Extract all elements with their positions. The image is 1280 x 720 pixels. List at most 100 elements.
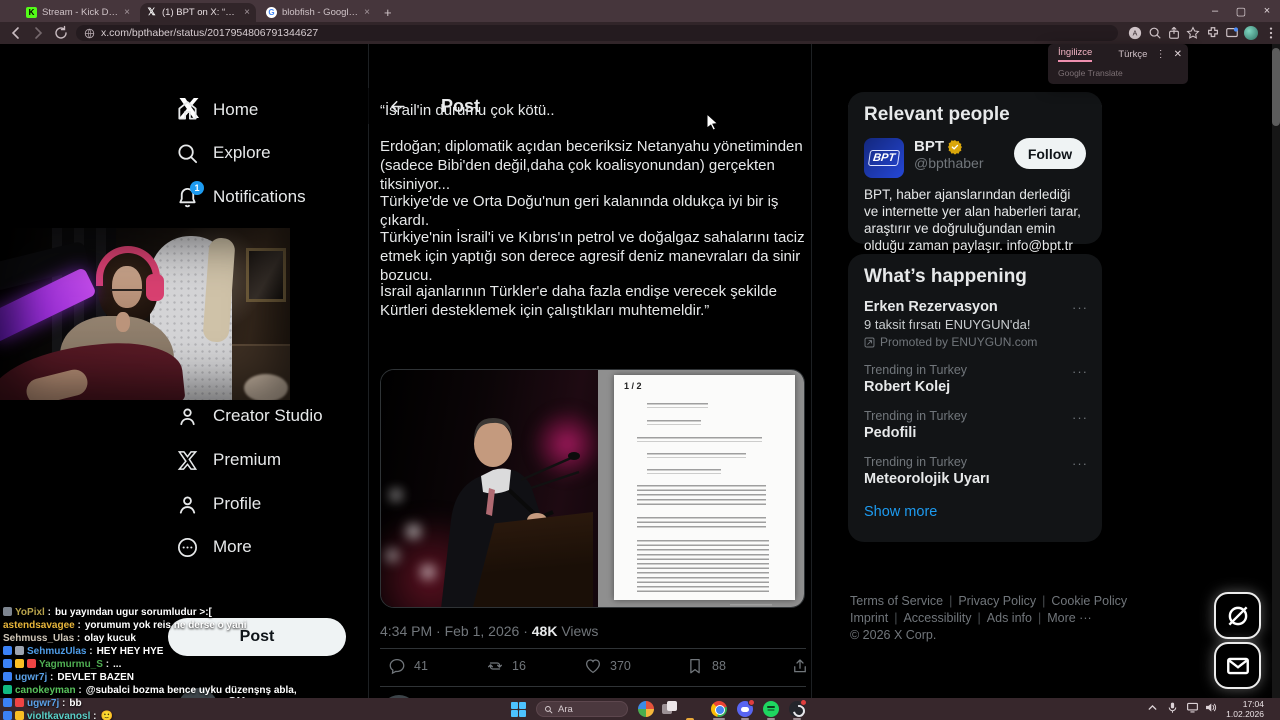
back-icon[interactable] bbox=[8, 25, 24, 41]
window-maximize-button[interactable]: ▢ bbox=[1228, 0, 1254, 22]
footer-link[interactable]: Privacy Policy bbox=[943, 594, 1036, 608]
new-tab-button[interactable]: + bbox=[384, 5, 392, 20]
trend-context: Trending in Turkey bbox=[864, 455, 1086, 469]
translate-tab-turkish[interactable]: Türkçe bbox=[1118, 49, 1147, 60]
chat-username[interactable]: canokeyman bbox=[15, 685, 82, 696]
grok-icon bbox=[1225, 603, 1251, 629]
grok-fab-button[interactable] bbox=[1214, 592, 1261, 639]
footer-link[interactable]: More ··· bbox=[1032, 611, 1092, 625]
relevant-person-row[interactable]: BPT BPT @bpthaber Follow bbox=[848, 130, 1102, 178]
tray-mic-icon[interactable] bbox=[1166, 701, 1179, 719]
translate-options-icon[interactable]: ⋮ bbox=[1156, 49, 1166, 60]
chat-message: Sehmuss_Ulasolay kucuk bbox=[3, 632, 297, 645]
forward-icon[interactable] bbox=[30, 25, 46, 41]
reply-action[interactable]: 41 bbox=[388, 657, 428, 675]
taskbar-search[interactable]: Ara bbox=[536, 701, 628, 717]
window-close-button[interactable]: × bbox=[1254, 0, 1280, 22]
card-title: What’s happening bbox=[848, 254, 1102, 292]
translate-close-icon[interactable]: ✕ bbox=[1174, 49, 1182, 60]
scrollbar-thumb[interactable] bbox=[1272, 48, 1280, 126]
bpt-avatar: BPT bbox=[864, 138, 904, 178]
footer-link[interactable]: Accessibility bbox=[888, 611, 971, 625]
sidebar-item-profile[interactable]: Profile bbox=[176, 490, 261, 518]
repost-icon bbox=[486, 657, 504, 675]
chat-username[interactable]: ugwr7j bbox=[27, 698, 65, 709]
spotify-taskbar-icon[interactable] bbox=[763, 701, 779, 717]
share-icon[interactable] bbox=[1167, 26, 1181, 40]
reload-icon[interactable] bbox=[53, 25, 69, 41]
trend-more-icon[interactable]: ··· bbox=[1072, 410, 1088, 425]
browser-menu-icon[interactable] bbox=[1264, 26, 1278, 40]
sidebar-item-explore[interactable]: Explore bbox=[176, 139, 271, 167]
chat-username[interactable]: Yagmurmu_S bbox=[39, 659, 109, 670]
tab-kick-dashboard[interactable]: K Stream - Kick Dashboard × bbox=[20, 3, 136, 22]
trend-item[interactable]: Trending in Turkey Meteorolojik Uyarı ··… bbox=[848, 448, 1102, 494]
sidebar-item-notifications[interactable]: 1 Notifications bbox=[176, 183, 306, 211]
chat-badges bbox=[3, 698, 27, 710]
chat-username[interactable]: SehmuzUlas bbox=[27, 646, 93, 657]
chrome-taskbar-icon[interactable] bbox=[711, 701, 727, 717]
follow-button[interactable]: Follow bbox=[1014, 138, 1086, 169]
bookmark-action[interactable]: 88 bbox=[686, 657, 726, 675]
url-bar[interactable]: x.com/bpthaber/status/201795480679134462… bbox=[76, 25, 1118, 41]
sidebar-item-more[interactable]: More bbox=[176, 533, 252, 561]
site-info-icon[interactable] bbox=[84, 28, 95, 39]
obs-taskbar-icon[interactable] bbox=[789, 701, 805, 717]
google-translate-popup: İngilizce Türkçe ⋮ ✕ Google Translate bbox=[1048, 44, 1188, 84]
extensions-icon[interactable] bbox=[1206, 26, 1220, 40]
window-minimize-button[interactable]: – bbox=[1202, 0, 1228, 22]
chat-username[interactable]: ugwr7j bbox=[15, 672, 53, 683]
tray-chevron-icon[interactable] bbox=[1146, 701, 1159, 719]
chat-username[interactable]: YoPixl bbox=[15, 607, 51, 618]
footer-link[interactable]: Ads info bbox=[972, 611, 1032, 625]
tray-display-icon[interactable] bbox=[1186, 701, 1199, 719]
nav-label: Profile bbox=[213, 494, 261, 514]
taskbar-search-icon bbox=[544, 705, 553, 714]
trend-more-icon[interactable]: ··· bbox=[1072, 300, 1088, 315]
messages-fab-button[interactable] bbox=[1214, 642, 1261, 689]
browser-profile-avatar[interactable] bbox=[1244, 26, 1258, 40]
discord-taskbar-icon[interactable] bbox=[737, 701, 753, 717]
chat-text: bu yayından ugur sorumludur >:[ bbox=[55, 607, 212, 618]
profile-notification-icon[interactable] bbox=[1225, 26, 1239, 40]
translate-tab-english[interactable]: İngilizce bbox=[1058, 47, 1092, 62]
zoom-icon[interactable] bbox=[1148, 26, 1162, 40]
trend-more-icon[interactable]: ··· bbox=[1072, 364, 1088, 379]
chat-username[interactable]: astendsavagee bbox=[3, 620, 81, 631]
nav-label: Explore bbox=[213, 143, 271, 163]
share-action[interactable] bbox=[791, 657, 809, 675]
trend-item[interactable]: Trending in Turkey Robert Kolej ··· bbox=[848, 356, 1102, 402]
chat-username[interactable]: violtkavanosl bbox=[27, 711, 96, 720]
show-more-link[interactable]: Show more bbox=[848, 494, 1102, 534]
widgets-icon[interactable] bbox=[638, 701, 654, 717]
sidebar-item-premium[interactable]: Premium bbox=[176, 446, 281, 474]
chat-badges bbox=[3, 659, 39, 671]
translate-page-icon[interactable]: A bbox=[1128, 26, 1142, 40]
bookmark-star-icon[interactable] bbox=[1186, 26, 1200, 40]
like-action[interactable]: 370 bbox=[584, 657, 631, 675]
page-indicator: 1 / 2 bbox=[624, 381, 785, 391]
footer-link[interactable]: Imprint bbox=[850, 611, 888, 625]
trend-more-icon[interactable]: ··· bbox=[1072, 456, 1088, 471]
page-scrollbar[interactable] bbox=[1272, 44, 1280, 698]
tab-google-search[interactable]: G blobfish - Google'da Ara × bbox=[260, 3, 376, 22]
profile-handle: @bpthaber bbox=[914, 155, 983, 171]
trend-item[interactable]: Trending in Turkey Pedofili ··· bbox=[848, 402, 1102, 448]
taskbar-clock[interactable]: 17:04 1.02.2026 bbox=[1226, 700, 1264, 719]
tray-volume-icon[interactable] bbox=[1204, 701, 1217, 719]
repost-action[interactable]: 16 bbox=[486, 657, 526, 675]
promoted-trend[interactable]: Erken Rezervasyon 9 taksit fırsatı ENUYG… bbox=[848, 292, 1102, 356]
tab-close-icon[interactable]: × bbox=[244, 8, 250, 18]
tab-title: blobfish - Google'da Ara bbox=[282, 7, 359, 18]
sidebar-item-home[interactable]: Home bbox=[176, 96, 258, 124]
tab-close-icon[interactable]: × bbox=[364, 8, 370, 18]
tab-close-icon[interactable]: × bbox=[124, 8, 130, 18]
sidebar-item-creator-studio[interactable]: Creator Studio bbox=[176, 402, 323, 430]
task-view-icon[interactable] bbox=[662, 701, 678, 717]
chat-username[interactable]: Sehmuss_Ulas bbox=[3, 633, 80, 644]
tab-x-post[interactable]: 𝕏 (1) BPT on X: “Epstein belgeler… × bbox=[140, 3, 256, 22]
footer-link[interactable]: Terms of Service bbox=[850, 594, 943, 608]
post-media[interactable]: 1 / 2 bbox=[380, 369, 805, 608]
start-button[interactable] bbox=[510, 701, 526, 717]
footer-link[interactable]: Cookie Policy bbox=[1036, 594, 1127, 608]
